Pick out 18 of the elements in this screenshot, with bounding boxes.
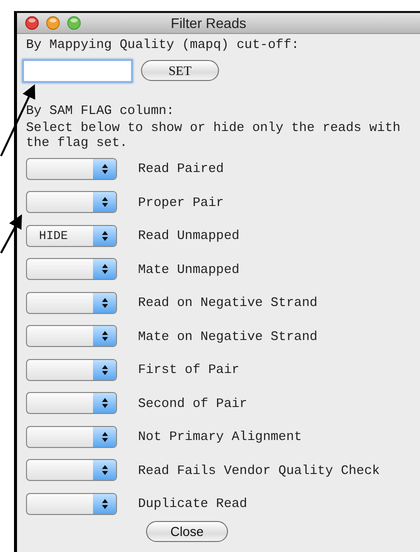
window-title: Filter Reads (170, 15, 246, 31)
close-button[interactable]: Close (146, 520, 228, 542)
flag-label: Duplicate Read (138, 496, 248, 512)
set-button[interactable]: SET (141, 60, 219, 81)
flag-dropdown[interactable]: HIDE (26, 224, 117, 247)
flag-label: Not Primary Alignment (138, 429, 302, 444)
flag-label: Read Paired (138, 161, 224, 176)
section-label: By SAM FLAG column: (26, 102, 174, 118)
flag-label: Second of Pair (138, 396, 248, 411)
flag-label: Read Fails Vendor Quality Check (138, 462, 380, 478)
flag-label: Mate on Negative Strand (138, 328, 318, 344)
flag-label: First of Pair (138, 362, 240, 378)
flag-label: Proper Pair (138, 194, 224, 210)
flag-label: Read Unmapped (138, 228, 240, 244)
flag-label: Read on Negative Strand (138, 295, 318, 310)
instruction-text: Select below to show or hide only the reads with the flag set. (26, 120, 402, 150)
section-label: By Mappying Quality (mapq) cut-off: (26, 37, 300, 52)
flag-label: Mate Unmapped (138, 262, 240, 277)
